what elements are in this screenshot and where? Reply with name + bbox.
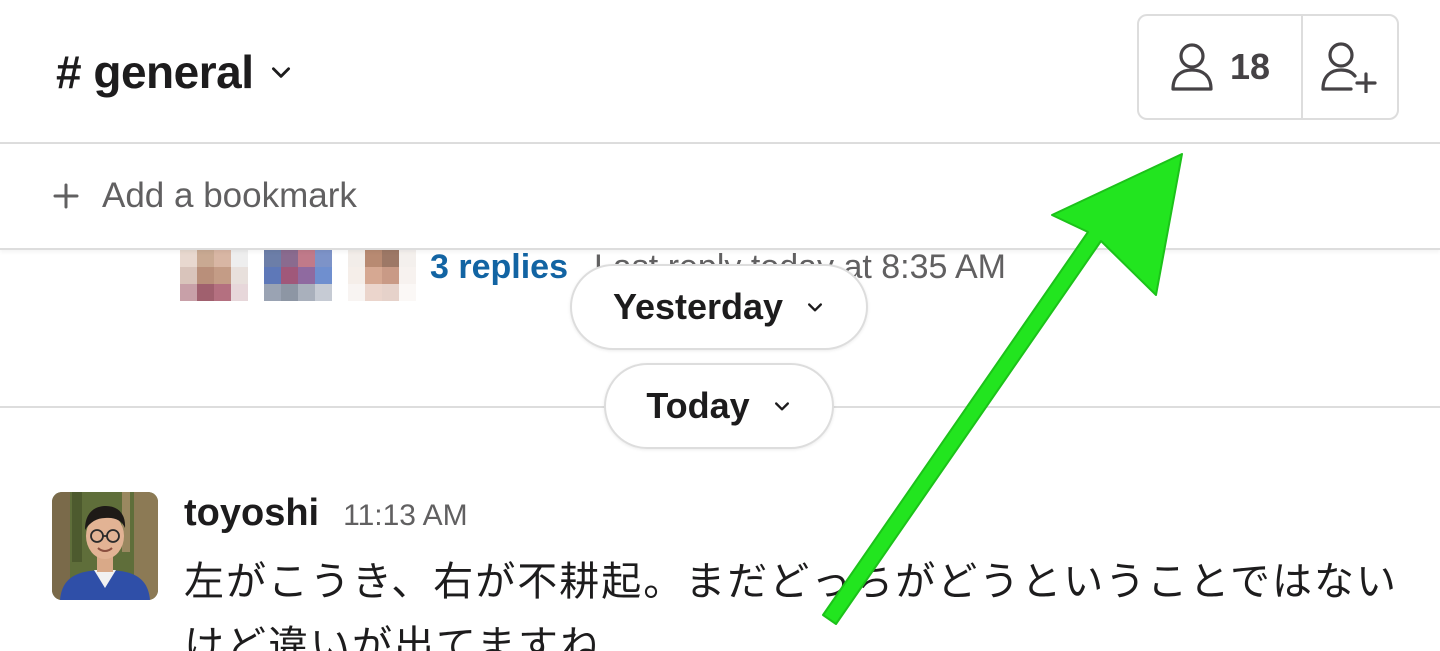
chevron-down-icon <box>774 402 789 411</box>
add-member-button[interactable] <box>1303 16 1397 118</box>
plus-icon <box>53 183 79 209</box>
channel-name-button[interactable]: # general <box>56 40 294 104</box>
add-bookmark-button[interactable]: Add a bookmark <box>52 170 357 222</box>
bookmarks-bar: Add a bookmark <box>0 144 1440 250</box>
message-meta: toyoshi 11:13 AM <box>184 492 1424 546</box>
channel-name: # general <box>56 46 254 98</box>
add-bookmark-label: Add a bookmark <box>102 176 357 215</box>
date-divider-yesterday[interactable]: Yesterday <box>570 264 868 350</box>
message-body: toyoshi 11:13 AM 左がこうき、右が不耕起。まだどっちがどうという… <box>184 492 1424 651</box>
date-label: Today <box>646 385 750 426</box>
person-icon <box>1171 43 1213 91</box>
slack-channel-view: # general 18 Add a bookmark 3 replies at… <box>0 0 1440 651</box>
user-photo <box>52 492 158 600</box>
member-count: 18 <box>1229 46 1271 87</box>
add-person-icon <box>1321 42 1377 93</box>
avatar[interactable] <box>52 492 158 600</box>
members-button[interactable]: 18 <box>1139 16 1303 118</box>
chevron-down-icon <box>808 303 823 312</box>
message-timestamp[interactable]: 11:13 AM <box>343 499 468 533</box>
chevron-down-icon <box>271 67 290 78</box>
sender-name[interactable]: toyoshi <box>184 492 319 535</box>
date-divider-today[interactable]: Today <box>604 363 834 449</box>
date-label: Yesterday <box>612 286 784 327</box>
message-text: 左がこうき、右が不耕起。まだどっちがどうということではないけど違いが出てますね <box>184 559 1398 651</box>
replies-link[interactable]: 3 replies <box>430 248 568 287</box>
channel-header: # general 18 <box>0 0 1440 144</box>
header-actions: 18 <box>1137 14 1399 120</box>
